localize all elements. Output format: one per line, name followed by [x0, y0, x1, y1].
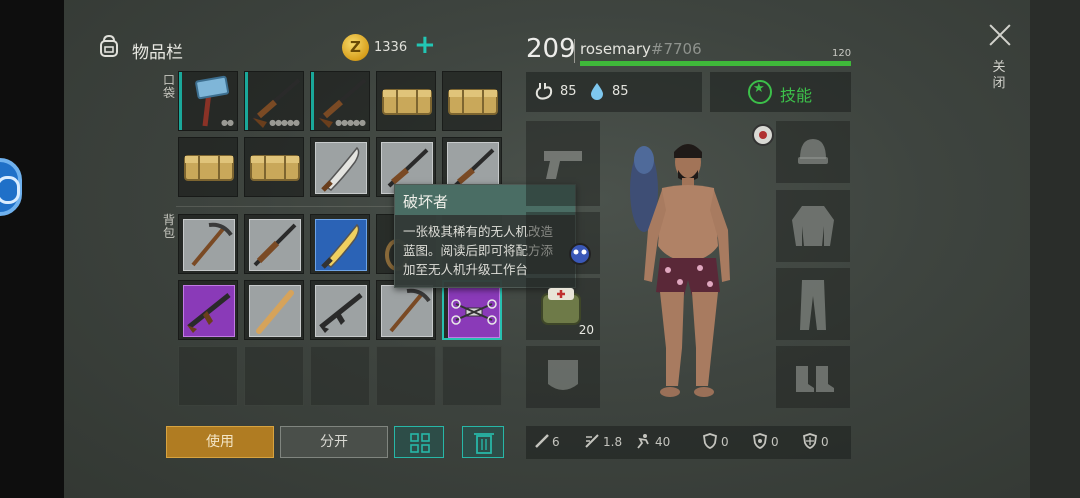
inventory-slot-empty[interactable]	[310, 346, 370, 406]
survivor-figure	[630, 144, 730, 397]
backpack-label: 背包	[162, 213, 175, 240]
cold-resist-value: 0	[821, 435, 829, 449]
move-speed-value: 40	[655, 435, 671, 449]
grid-sort-icon	[410, 433, 430, 453]
equip-slot-head[interactable]	[776, 121, 850, 183]
inventory-slot-rifle-blueprint[interactable]	[244, 214, 304, 274]
close-icon[interactable]	[987, 22, 1013, 48]
coin-icon: Z	[342, 34, 369, 61]
player-name: rosemary#7706	[580, 40, 702, 58]
knife-icon	[535, 434, 549, 448]
beanie-icon	[798, 139, 828, 164]
radiation-value: 0	[771, 435, 779, 449]
ammo-crate-icon	[250, 155, 300, 181]
player-tag: #7706	[650, 40, 702, 58]
radiation-icon	[753, 433, 767, 449]
inventory-slot-ak-blueprint[interactable]	[178, 280, 238, 340]
skull-badge-icon	[752, 124, 774, 146]
durability-dots: ●●●●●	[269, 118, 300, 127]
inventory-slot-shotgun-2[interactable]: ●●●●●	[310, 71, 370, 131]
equip-slot-feet[interactable]	[776, 346, 850, 408]
jacket-icon	[792, 206, 834, 246]
split-button[interactable]: 分开	[280, 426, 388, 458]
inventory-slot-empty[interactable]	[442, 346, 502, 406]
pocket-icon	[548, 360, 578, 390]
machete-icon	[321, 223, 360, 269]
equip-slot-weapon[interactable]	[526, 121, 600, 206]
pickaxe-icon	[389, 288, 431, 333]
trash-icon	[474, 433, 494, 454]
inventory-slot-bat-blueprint[interactable]	[244, 280, 304, 340]
inventory-slot-drone-blueprint-selected[interactable]	[442, 280, 502, 340]
pockets-label: 口袋	[162, 73, 175, 100]
equip-slot-pocket[interactable]	[526, 346, 600, 408]
star-icon	[748, 80, 772, 104]
backpack-icon	[100, 34, 118, 57]
sort-button[interactable]	[394, 426, 444, 458]
equip-slot-bag[interactable]: 20	[526, 278, 600, 340]
armor-value: 0	[721, 435, 729, 449]
device-right-edge	[1030, 0, 1080, 498]
shield-icon	[703, 433, 717, 449]
add-coins-button[interactable]: +	[414, 30, 436, 60]
inventory-slot-machete-blueprint-blue[interactable]	[310, 214, 370, 274]
mask-badge-icon	[569, 243, 591, 265]
water-drop-icon	[591, 83, 603, 100]
inventory-slot-crate[interactable]	[376, 71, 436, 131]
inventory-slot-crate-2[interactable]	[442, 71, 502, 131]
device-left-edge	[0, 0, 64, 498]
inventory-slot-shotgun[interactable]: ●●●●●	[244, 71, 304, 131]
coin-count: 1336	[374, 40, 408, 55]
skills-label: 技能	[780, 86, 813, 105]
inventory-slot-empty[interactable]	[376, 346, 436, 406]
inventory-slot-empty[interactable]	[244, 346, 304, 406]
header-separator	[574, 39, 575, 63]
durability-dots: ●●●●●	[335, 118, 366, 127]
inventory-slot-empty[interactable]	[178, 346, 238, 406]
xp-bar-fill	[580, 61, 851, 66]
boots-icon	[796, 366, 834, 392]
machete-icon	[321, 146, 360, 192]
pants-icon	[800, 280, 826, 330]
assault-rifle-icon	[187, 293, 231, 333]
inventory-slot-hammer[interactable]: ●●	[178, 71, 238, 131]
player-name-text: rosemary	[580, 40, 651, 58]
inventory-slot-pickaxe-blueprint[interactable]	[178, 214, 238, 274]
melee-damage-value: 6	[552, 435, 560, 449]
bag-count: 20	[578, 323, 594, 337]
inventory-title: 物品栏	[132, 43, 183, 63]
xp-max: 120	[832, 48, 852, 59]
inventory-slot-crate-3[interactable]	[178, 137, 238, 197]
close-label[interactable]: 关闭	[992, 60, 1006, 92]
character-model	[604, 120, 770, 410]
inventory-slot-crate-4[interactable]	[244, 137, 304, 197]
ammo-crate-icon	[382, 89, 432, 115]
stomach-icon	[535, 83, 553, 100]
attack-speed-icon	[585, 434, 599, 448]
equip-slot-body[interactable]	[776, 190, 850, 262]
ammo-crate-icon	[448, 89, 498, 115]
food-value: 85	[560, 84, 577, 99]
ammo-crate-icon	[184, 155, 234, 181]
attack-speed-value: 1.8	[603, 435, 623, 449]
water-value: 85	[612, 84, 629, 99]
cold-resist-icon	[803, 433, 817, 449]
inventory-slot-pickaxe-blueprint-2[interactable]	[376, 280, 436, 340]
inventory-slot-machete-blueprint[interactable]	[310, 137, 370, 197]
assault-rifle-icon	[319, 293, 363, 333]
xp-bar	[580, 61, 851, 66]
trash-button[interactable]	[462, 426, 504, 458]
drone-icon	[451, 299, 497, 325]
rifle-icon	[253, 223, 297, 267]
pickaxe-icon	[191, 222, 233, 267]
running-icon	[637, 434, 649, 449]
inventory-slot-m16-blueprint[interactable]	[310, 280, 370, 340]
pistol-icon	[544, 151, 582, 179]
player-level: 209	[526, 34, 576, 64]
equip-slot-legs[interactable]	[776, 268, 850, 340]
use-button[interactable]: 使用	[166, 426, 274, 458]
durability-dots: ●●	[221, 118, 234, 127]
baseball-bat-icon	[256, 290, 294, 334]
